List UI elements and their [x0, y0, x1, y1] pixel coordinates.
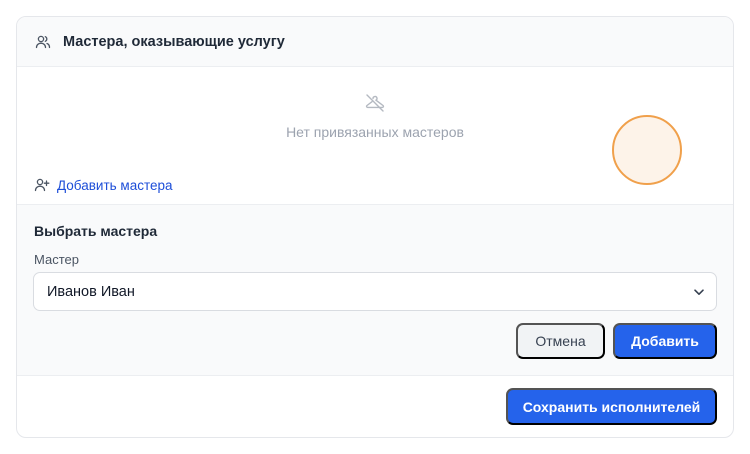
card-title: Мастера, оказывающие услугу — [63, 33, 285, 50]
card-header: Мастера, оказывающие услугу — [17, 17, 733, 67]
master-field-label: Мастер — [34, 252, 79, 267]
empty-state-text: Нет привязанных мастеров — [286, 124, 464, 140]
masters-card: Мастера, оказывающие услугу Нет привязан… — [16, 16, 734, 438]
save-performers-button[interactable]: Сохранить исполнителей — [506, 388, 717, 425]
select-master-title: Выбрать мастера — [34, 223, 158, 239]
add-master-label: Добавить мастера — [57, 177, 173, 193]
user-plus-icon — [34, 177, 50, 193]
users-icon — [35, 34, 51, 50]
master-select-value: Иванов Иван — [47, 283, 135, 300]
cancel-button[interactable]: Отмена — [516, 323, 605, 359]
chevron-down-icon — [692, 285, 706, 299]
add-button[interactable]: Добавить — [613, 323, 717, 359]
empty-state: Нет привязанных мастеров — [17, 92, 733, 140]
add-master-link[interactable]: Добавить мастера — [34, 177, 173, 193]
select-master-panel: Выбрать мастера Мастер Иванов Иван Отмен… — [17, 204, 733, 376]
master-select[interactable]: Иванов Иван — [33, 272, 717, 311]
hanger-off-icon — [364, 92, 386, 114]
